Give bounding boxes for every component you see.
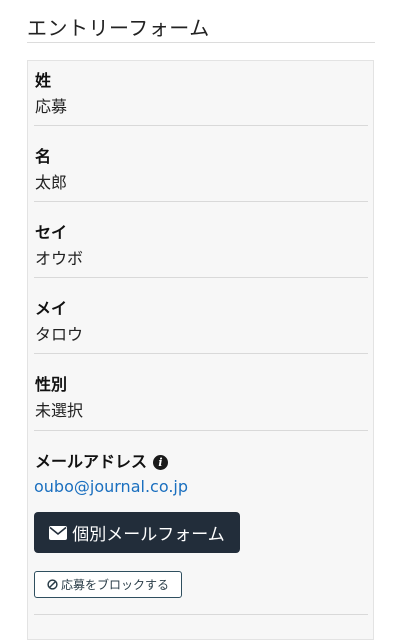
field-value: 太郎 bbox=[35, 173, 68, 192]
entry-panel: 姓 応募 名 太郎 セイ オウボ メイ タロウ 性別 未選択 メールアドレス i … bbox=[27, 60, 374, 640]
info-circle-icon[interactable]: i bbox=[153, 455, 169, 470]
page-title: エントリーフォーム bbox=[27, 16, 210, 40]
field-label: セイ bbox=[35, 223, 68, 242]
panel-bottom-divider bbox=[34, 614, 368, 615]
ban-icon bbox=[47, 579, 58, 590]
block-button-label: 応募をブロックする bbox=[60, 578, 169, 592]
field-last-name-kana: セイ オウボ bbox=[34, 202, 368, 278]
field-email-label: メールアドレス i bbox=[35, 448, 169, 472]
field-label: 姓 bbox=[35, 71, 52, 90]
email-link[interactable]: oubo@journal.co.jp bbox=[34, 477, 188, 496]
field-value: オウボ bbox=[35, 249, 84, 268]
field-first-name: 名 太郎 bbox=[34, 126, 368, 202]
envelope-icon bbox=[49, 525, 68, 540]
mail-button-label: 個別メールフォーム bbox=[72, 525, 225, 545]
individual-mail-form-button[interactable]: 個別メールフォーム bbox=[34, 512, 240, 553]
field-label: メイ bbox=[35, 299, 68, 318]
field-first-name-kana: メイ タロウ bbox=[34, 278, 368, 354]
field-value: 応募 bbox=[35, 97, 68, 116]
email-label-text: メールアドレス bbox=[35, 452, 148, 471]
title-divider bbox=[27, 42, 375, 43]
block-applicant-button[interactable]: 応募をブロックする bbox=[34, 571, 182, 598]
field-last-name: 姓 応募 bbox=[34, 61, 368, 126]
field-value: タロウ bbox=[35, 325, 84, 344]
field-label: 性別 bbox=[35, 375, 68, 394]
field-gender: 性別 未選択 bbox=[34, 354, 368, 431]
field-value: 未選択 bbox=[35, 401, 84, 420]
field-label: 名 bbox=[35, 147, 52, 166]
